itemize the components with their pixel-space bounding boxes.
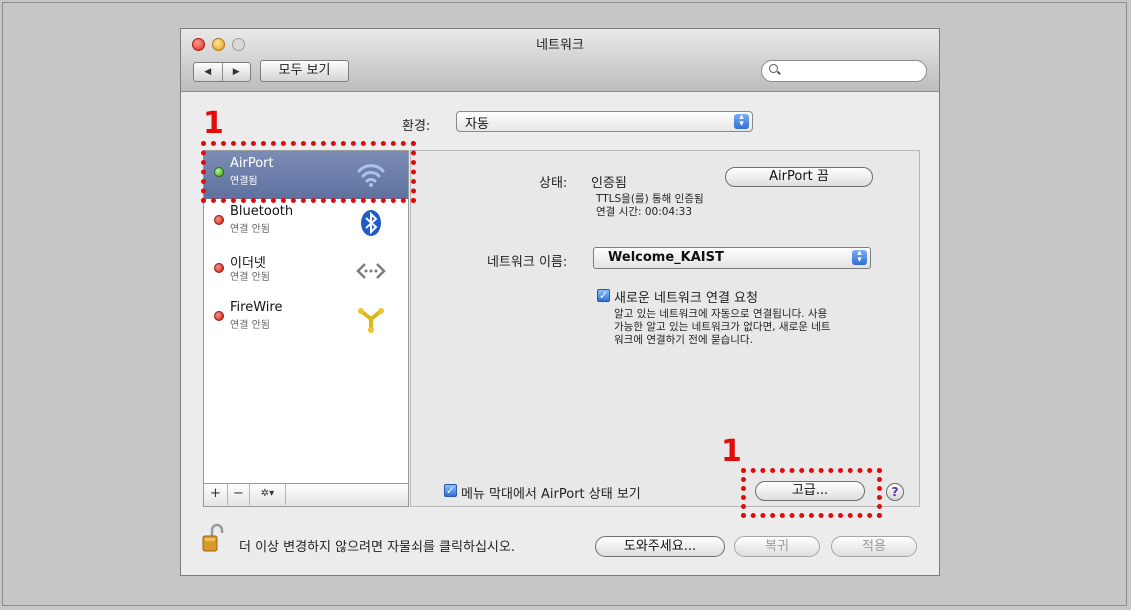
forward-button[interactable]: ▶ bbox=[223, 63, 251, 81]
network-name-label: 네트워크 이름: bbox=[487, 255, 568, 270]
ask-join-description-line1: 알고 있는 네트워크에 자동으로 연결됩니다. 사용 bbox=[614, 308, 828, 320]
remove-service-button[interactable]: − bbox=[228, 484, 250, 505]
help-button[interactable]: ? bbox=[886, 483, 904, 501]
show-all-button[interactable]: 모두 보기 bbox=[260, 60, 349, 82]
back-button[interactable]: ◀ bbox=[194, 63, 223, 81]
popup-arrows-icon: ▴ ▾ bbox=[734, 113, 749, 129]
network-name-select[interactable]: Welcome_KAIST ▴ ▾ bbox=[593, 247, 871, 269]
search-icon bbox=[769, 64, 778, 73]
ask-join-checkbox[interactable]: ✓ bbox=[597, 289, 610, 302]
assist-me-button[interactable]: 도와주세요... bbox=[595, 536, 725, 557]
titlebar: 네트워크 ◀ ▶ 모두 보기 bbox=[181, 29, 939, 92]
add-service-button[interactable]: + bbox=[204, 484, 228, 505]
service-status: 연결 안됨 bbox=[230, 224, 270, 235]
apply-button[interactable]: 적용 bbox=[831, 536, 917, 557]
ethernet-icon bbox=[356, 263, 386, 279]
service-item-ethernet[interactable]: 이더넷 연결 안됨 bbox=[204, 247, 408, 295]
status-dot-red bbox=[214, 311, 224, 321]
ask-join-label: 새로운 네트워크 연결 요청 bbox=[614, 291, 758, 306]
ask-join-description-line2: 가능한 알고 있는 네트워크가 없다면, 새로운 네트 bbox=[614, 321, 831, 333]
location-label: 환경: bbox=[402, 119, 431, 134]
service-list: AirPort 연결됨 Bluetooth 연결 안됨 이더넷 연결 안됨 Fi… bbox=[203, 150, 409, 507]
status-dot-red bbox=[214, 215, 224, 225]
service-list-toolbar: + − ✲▾ bbox=[204, 483, 408, 506]
status-dot-red bbox=[214, 263, 224, 273]
status-label: 상태: bbox=[539, 176, 568, 191]
callout-highlight-airport bbox=[201, 141, 416, 203]
action-menu-button[interactable]: ✲▾ bbox=[250, 484, 286, 505]
popup-arrows-icon: ▴ ▾ bbox=[852, 249, 867, 265]
show-menubar-status-checkbox[interactable]: ✓ bbox=[444, 484, 457, 497]
lock-hint-text: 더 이상 변경하지 않으려면 자물쇠를 클릭하십시오. bbox=[239, 540, 515, 555]
service-status: 연결 안됨 bbox=[230, 272, 270, 283]
back-forward-control: ◀ ▶ bbox=[193, 62, 251, 82]
service-item-bluetooth[interactable]: Bluetooth 연결 안됨 bbox=[204, 199, 408, 247]
network-name-value: Welcome_KAIST bbox=[608, 250, 724, 265]
bluetooth-icon bbox=[361, 210, 381, 236]
airport-off-button[interactable]: AirPort 끔 bbox=[725, 167, 873, 187]
service-name: FireWire bbox=[230, 300, 283, 315]
search-input[interactable] bbox=[761, 60, 927, 82]
revert-button[interactable]: 복귀 bbox=[734, 536, 820, 557]
service-status: 연결 안됨 bbox=[230, 320, 270, 331]
service-item-firewire[interactable]: FireWire 연결 안됨 bbox=[204, 295, 408, 343]
detail-panel: 상태: 인증됨 AirPort 끔 TTLS을(를) 통해 인증됨 연결 시간:… bbox=[410, 150, 920, 507]
window-title: 네트워크 bbox=[536, 38, 584, 53]
callout-number-1: 1 bbox=[203, 106, 224, 141]
ask-join-description-line3: 워크에 연결하기 전에 묻습니다. bbox=[614, 334, 753, 346]
location-select[interactable]: 자동 ▴ ▾ bbox=[456, 111, 753, 132]
show-menubar-status-label: 메뉴 막대에서 AirPort 상태 보기 bbox=[461, 487, 641, 502]
status-detail-line1: TTLS을(를) 통해 인증됨 bbox=[596, 193, 704, 205]
service-name: Bluetooth bbox=[230, 204, 294, 219]
firewire-icon bbox=[358, 308, 384, 333]
lock-icon[interactable] bbox=[202, 523, 224, 553]
status-value: 인증됨 bbox=[591, 176, 627, 191]
location-value: 자동 bbox=[465, 117, 489, 132]
status-detail-line2: 연결 시간: 00:04:33 bbox=[596, 206, 693, 218]
callout-number-2: 1 bbox=[721, 434, 742, 469]
callout-highlight-advanced bbox=[741, 468, 882, 518]
